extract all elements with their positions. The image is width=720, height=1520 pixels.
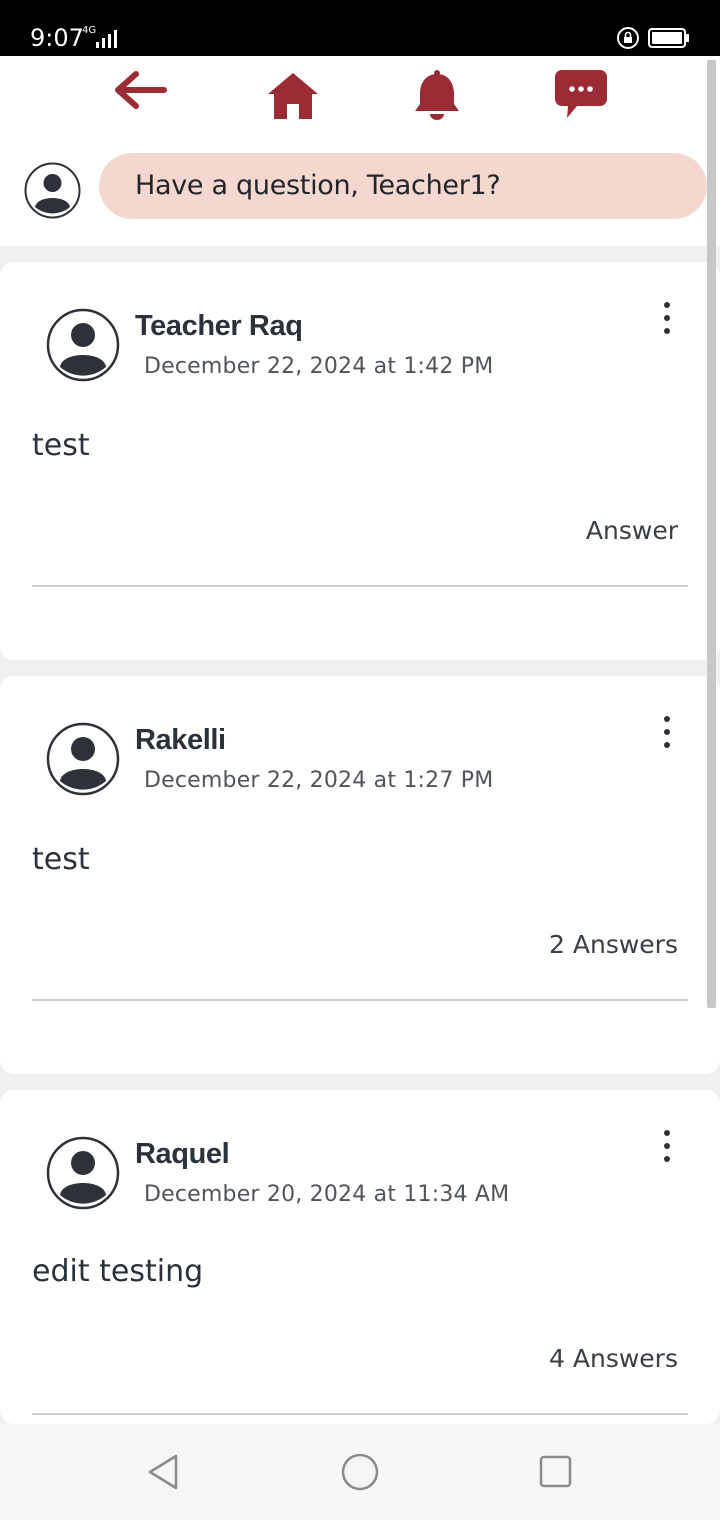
- more-options-icon[interactable]: [654, 714, 680, 754]
- messages-button[interactable]: [553, 66, 613, 126]
- ask-question-bar: Have a question, Teacher1?: [0, 136, 720, 246]
- post-card: Teacher Raq December 22, 2024 at 1:42 PM…: [0, 262, 720, 660]
- post-date: December 22, 2024 at 1:27 PM: [144, 768, 494, 793]
- home-button[interactable]: [263, 66, 323, 126]
- battery-icon: [648, 28, 689, 48]
- signal-icon: [96, 30, 117, 48]
- home-circle-icon[interactable]: [340, 1452, 380, 1492]
- post-author: Rakelli: [135, 724, 226, 756]
- answers-link[interactable]: 4 Answers: [549, 1344, 678, 1373]
- post-body: test: [32, 428, 90, 463]
- answers-link[interactable]: 2 Answers: [549, 930, 678, 959]
- more-options-icon[interactable]: [654, 1128, 680, 1168]
- rotation-lock-icon: [617, 27, 639, 49]
- author-avatar-icon: [46, 1136, 120, 1210]
- more-options-icon[interactable]: [654, 300, 680, 340]
- scrollbar[interactable]: [707, 60, 716, 1008]
- post-date: December 22, 2024 at 1:42 PM: [144, 354, 494, 379]
- back-button[interactable]: [108, 66, 168, 126]
- divider: [32, 585, 688, 587]
- notifications-button[interactable]: [407, 66, 467, 126]
- back-arrow-icon: [115, 71, 167, 109]
- top-nav: [0, 56, 720, 136]
- post-author: Raquel: [135, 1138, 230, 1170]
- bell-icon: [415, 70, 459, 120]
- author-avatar-icon: [46, 308, 120, 382]
- answer-link[interactable]: Answer: [586, 516, 678, 545]
- divider: [32, 999, 688, 1001]
- home-icon: [268, 73, 318, 119]
- post-body: test: [32, 842, 90, 877]
- post-card: Raquel December 20, 2024 at 11:34 AM edi…: [0, 1090, 720, 1424]
- back-triangle-icon[interactable]: [144, 1452, 184, 1492]
- status-bar: 9:07 4G: [0, 0, 720, 56]
- post-body: edit testing: [32, 1254, 204, 1289]
- recents-square-icon[interactable]: [536, 1452, 576, 1492]
- divider: [32, 1413, 688, 1415]
- chat-icon: [555, 70, 607, 118]
- post-card: Rakelli December 22, 2024 at 1:27 PM tes…: [0, 676, 720, 1074]
- status-time: 9:07: [30, 24, 84, 52]
- user-avatar-icon: [24, 162, 81, 219]
- post-date: December 20, 2024 at 11:34 AM: [144, 1182, 510, 1207]
- author-avatar-icon: [46, 722, 120, 796]
- ask-question-input[interactable]: Have a question, Teacher1?: [99, 153, 707, 219]
- post-author: Teacher Raq: [135, 310, 303, 342]
- system-nav-bar: [0, 1424, 720, 1520]
